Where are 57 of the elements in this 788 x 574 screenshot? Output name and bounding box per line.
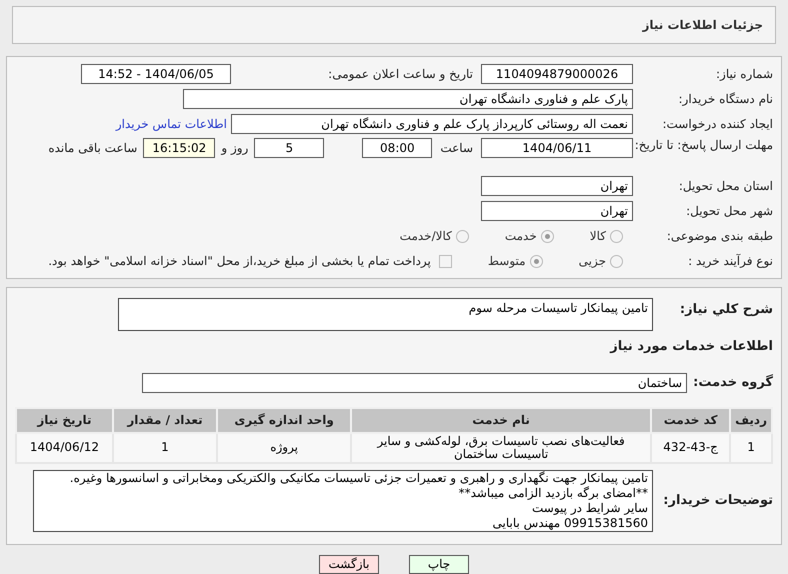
radio-label: خدمت	[504, 228, 537, 245]
section-heading: اطلاعات خدمات مورد نیاز	[608, 338, 773, 356]
radio-button[interactable]	[456, 230, 469, 242]
field-label: تاریخ و ساعت اعلان عمومی:	[327, 66, 474, 83]
contact-link[interactable]: اطلاعات تماس خریدار	[116, 115, 227, 133]
field-label: گروه خدمت:	[692, 373, 773, 392]
field-label: نوع فرآیند خرید :	[687, 253, 773, 270]
column-header: تعداد / مقدار	[112, 408, 218, 432]
text-field[interactable]: تهران	[481, 201, 633, 221]
table-cell: 1	[112, 432, 218, 462]
table-cell: فعالیت‌های نصب تاسیسات برق، لوله‌کشی و سایر تاسیسات ساختمان	[351, 432, 652, 462]
text-field[interactable]: پارک علم و فناوری دانشگاه تهران	[183, 89, 633, 109]
field-label: استان محل تحویل:	[678, 178, 773, 195]
field-label: ایجاد کننده درخواست:	[661, 116, 773, 133]
radio-label: متوسط	[488, 253, 526, 270]
column-header: کد خدمت	[651, 408, 730, 432]
field-label: نام دستگاه خریدار:	[678, 91, 773, 108]
field-label: شهر محل تحویل:	[685, 203, 773, 220]
radio-button[interactable]	[610, 230, 623, 242]
text-field[interactable]: 16:15:02	[143, 138, 216, 158]
text-field[interactable]: 5	[254, 138, 324, 158]
field-label: ساعت	[440, 140, 473, 157]
field-label: طبقه بندی موضوعی:	[666, 228, 773, 245]
field-label: ساعت باقی مانده	[48, 140, 138, 157]
back-button[interactable]: بازگشت	[319, 554, 379, 574]
table-cell: پروژه	[217, 432, 352, 462]
text-area[interactable]: تامین پیمانکار تاسیسات مرحله سوم	[118, 298, 653, 331]
radio-button[interactable]	[540, 230, 554, 242]
radio-label: کالا	[590, 228, 606, 245]
radio-label: جزیی	[578, 253, 606, 270]
column-header: تاریخ نیاز	[16, 408, 113, 432]
table-cell: 1404/06/12	[16, 432, 113, 462]
field-label: مهلت ارسال پاسخ: تا تاریخ:	[634, 138, 773, 153]
radio-button[interactable]	[530, 254, 543, 268]
payment-note: پرداخت تمام یا بخشی از مبلغ خرید،از محل "اسناد خزانه اسلامی" خواهد بود.	[48, 253, 431, 270]
text-area[interactable]: تامین پیمانکار جهت نگهداری و راهبری و تعمیرات جزئی تاسیسات مکانیکی والکتریکی ومخابراتی و اسانسورها وغیره. **امضای برگه بازدید الزامی میباشد** سایر شرایط در پیوست 09915381560 مهندس بابایی	[33, 470, 653, 532]
text-field[interactable]: تهران	[481, 176, 633, 196]
text-field[interactable]: ساختمان	[142, 372, 687, 392]
field-label: شرح کلي نیاز:	[678, 301, 773, 319]
column-header: نام خدمت	[351, 408, 652, 432]
field-label: توضیحات خریدار:	[662, 492, 773, 510]
column-header: ردیف	[730, 408, 772, 432]
text-field[interactable]: 1104094879000026	[481, 64, 633, 84]
radio-button[interactable]	[610, 254, 623, 268]
column-header: واحد اندازه گیری	[217, 408, 352, 432]
radio-label: کالا/خدمت	[400, 228, 452, 245]
field-label: شماره نیاز:	[715, 66, 773, 83]
checkbox[interactable]	[438, 254, 452, 268]
text-field[interactable]: 1404/06/05 - 14:52	[81, 64, 231, 84]
text-field[interactable]: 08:00	[362, 138, 432, 158]
print-button[interactable]: چاپ	[409, 554, 469, 574]
table-cell: ج-43-432	[651, 432, 730, 462]
field-label: روز و	[221, 140, 248, 157]
table-cell: 1	[730, 432, 772, 462]
text-field[interactable]: 1404/06/11	[481, 138, 633, 158]
text-field[interactable]: نعمت اله روستائی کارپرداز پارک علم و فناوری دانشگاه تهران	[231, 114, 633, 134]
page-title: جزئیات اطلاعات نیاز	[642, 17, 763, 34]
